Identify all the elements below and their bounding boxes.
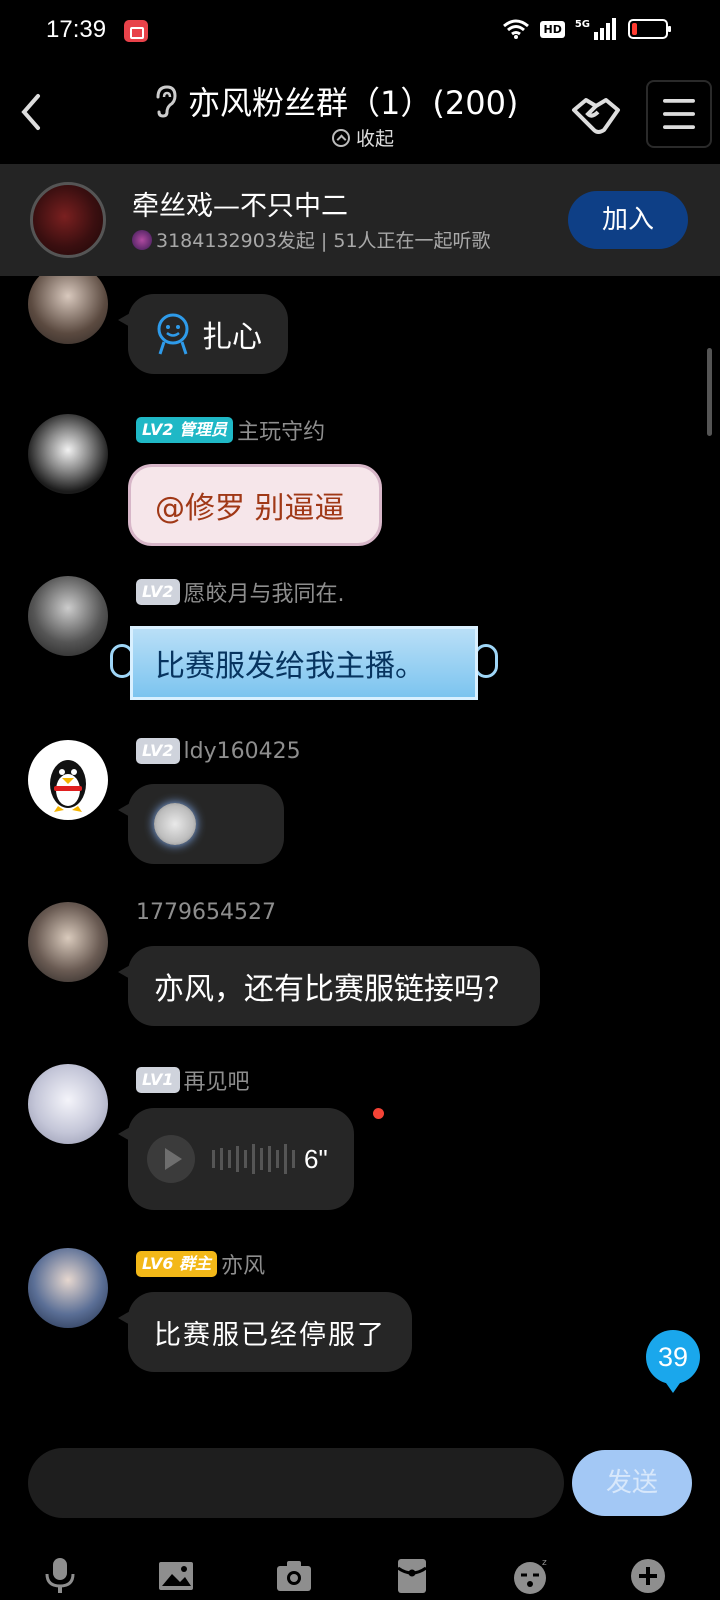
sender-name: 主玩守约 — [237, 420, 326, 445]
voice-wave-icon — [212, 1144, 295, 1174]
sender-name: 1779654527 — [136, 900, 276, 925]
screen-record-icon — [124, 20, 148, 42]
scrollbar[interactable] — [707, 348, 712, 436]
wifi-icon — [503, 19, 530, 39]
collapse-label: 收起 — [356, 128, 395, 150]
listen-ear-icon — [156, 85, 177, 118]
message-bubble[interactable]: 亦风，还有比赛服链接吗？ — [118, 946, 540, 1026]
input-bar: 发送 z — [0, 1446, 720, 1600]
group-title: 亦风粉丝群（1）(200) — [188, 84, 519, 122]
loading-orb-icon — [154, 803, 196, 845]
status-icons: HD 5G — [502, 18, 671, 40]
status-time: 17:39 — [46, 16, 107, 43]
join-button[interactable]: 加入 — [568, 191, 688, 249]
initiator-avatar — [132, 229, 152, 250]
unread-count-badge[interactable]: 39 — [646, 1330, 700, 1393]
avatar[interactable] — [28, 740, 108, 820]
avatar[interactable] — [28, 276, 108, 344]
message-bubble[interactable]: @修罗 别逼逼 — [128, 464, 382, 546]
voice-duration: 6" — [304, 1143, 328, 1174]
avatar[interactable] — [28, 576, 108, 656]
level-badge: LV6 群主 — [136, 1251, 218, 1277]
chat-header: 亦风粉丝群（1）(200) 收起 — [0, 62, 720, 164]
listen-subtitle-row: 3184132903发起 | 51人正在一起听歌 — [132, 226, 491, 253]
camera-icon[interactable] — [274, 1556, 314, 1596]
plus-icon[interactable] — [628, 1556, 668, 1596]
network-label: 5G — [574, 18, 590, 30]
smiley-sticker-icon — [157, 313, 189, 355]
svg-text:z: z — [542, 1558, 547, 1568]
battery-icon — [628, 19, 671, 39]
handshake-icon[interactable] — [568, 90, 624, 142]
avatar[interactable] — [28, 1064, 108, 1144]
image-icon[interactable] — [156, 1556, 196, 1596]
message-bubble[interactable]: 比赛服已经停服了 — [118, 1292, 412, 1372]
level-badge: LV2 管理员 — [136, 417, 234, 443]
voice-message-bubble[interactable]: 6" — [118, 1108, 354, 1210]
mic-icon[interactable] — [40, 1556, 80, 1596]
emoji-icon[interactable]: z — [510, 1556, 550, 1596]
back-icon[interactable] — [8, 84, 54, 140]
level-badge: LV2 — [136, 579, 180, 605]
chat-messages[interactable]: 扎心 LV2 管理员 主玩守约 @修罗 别逼逼 LV2 愿皎月与我同在. 比赛服… — [0, 276, 720, 1446]
message-text: 亦风，还有比赛服链接吗？ — [154, 972, 514, 1007]
collapse-toggle[interactable]: 收起 — [332, 124, 394, 151]
message-bubble[interactable] — [118, 784, 284, 864]
sender-name: 再见吧 — [183, 1070, 250, 1095]
menu-icon[interactable] — [646, 80, 712, 148]
send-button[interactable]: 发送 — [572, 1450, 692, 1516]
hd-badge: HD — [540, 20, 565, 38]
penguin-icon — [50, 760, 86, 812]
listen-title: 牵丝戏—不只中二 — [132, 191, 348, 222]
message-bubble[interactable]: 扎心 — [118, 294, 288, 374]
avatar[interactable] — [28, 902, 108, 982]
play-icon[interactable] — [146, 1134, 196, 1184]
level-badge: LV1 — [136, 1067, 180, 1093]
sender-row: 1779654527 — [136, 900, 276, 925]
sender-row: LV2 ldy160425 — [136, 738, 301, 764]
message-bubble[interactable]: 比赛服发给我主播。 — [130, 626, 478, 700]
sender-row: LV2 管理员 主玩守约 — [136, 414, 325, 446]
input-toolbar: z — [0, 1556, 720, 1596]
message-text: @修罗 别逼逼 — [155, 491, 345, 526]
title-wrap[interactable]: 亦风粉丝群（1）(200) — [150, 78, 540, 124]
sender-name: 愿皎月与我同在. — [183, 582, 345, 607]
sender-name: ldy160425 — [183, 738, 301, 764]
sender-row: LV6 群主 亦风 — [136, 1248, 265, 1280]
message-text: 比赛服发给我主播。 — [155, 649, 425, 684]
avatar[interactable] — [28, 414, 108, 494]
sender-row: LV2 愿皎月与我同在. — [136, 576, 345, 608]
listen-subtitle: 3184132903发起 | 51人正在一起听歌 — [156, 230, 491, 252]
sender-row: LV1 再见吧 — [136, 1064, 250, 1096]
level-badge: LV2 — [136, 738, 180, 764]
listen-together-banner[interactable]: 牵丝戏—不只中二 3184132903发起 | 51人正在一起听歌 加入 — [0, 164, 720, 276]
avatar[interactable] — [28, 1248, 108, 1328]
red-packet-icon[interactable] — [392, 1556, 432, 1596]
message-text: 扎心 — [202, 320, 262, 355]
sender-name: 亦风 — [221, 1254, 266, 1279]
message-input[interactable] — [28, 1448, 564, 1518]
status-bar: 17:39 HD 5G — [0, 0, 720, 62]
listen-cover-image — [30, 182, 106, 258]
unread-voice-dot — [373, 1108, 384, 1119]
message-text: 比赛服已经停服了 — [154, 1319, 386, 1351]
signal-icon — [594, 18, 616, 40]
collapse-icon — [332, 128, 350, 147]
